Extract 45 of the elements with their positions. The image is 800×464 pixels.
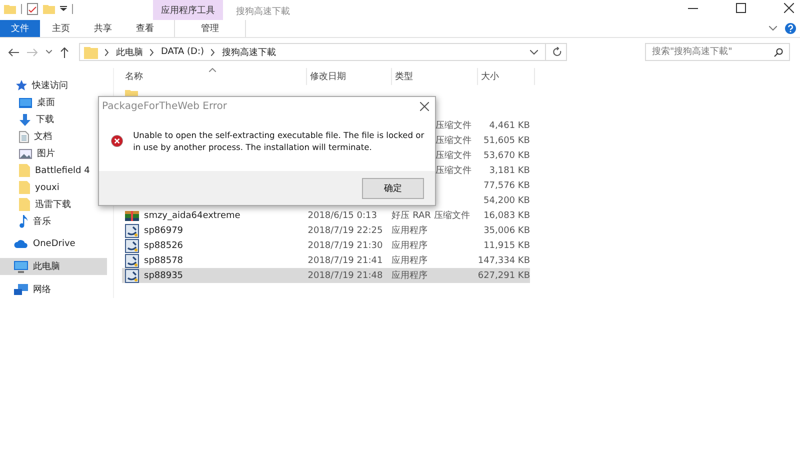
file-date: 2018/7/19 21:48	[308, 270, 383, 280]
file-size: 54,200 KB	[484, 196, 530, 206]
file-name: sp88578	[144, 256, 184, 266]
sidebar-label: OneDrive	[33, 238, 76, 248]
sidebar-label: Battlefield 4	[35, 166, 90, 176]
sidebar-label: 桌面	[37, 96, 55, 109]
sidebar-label: 音乐	[33, 216, 51, 228]
file-size: 35,006 KB	[484, 226, 530, 236]
file-size: 11,915 KB	[484, 240, 530, 250]
file-type: 压缩文件	[435, 150, 472, 162]
file-name: sp88526	[144, 240, 184, 250]
file-type: 应用程序	[392, 224, 428, 237]
file-size: 627,291 KB	[478, 270, 530, 280]
file-size: 16,083 KB	[484, 210, 530, 220]
sidebar-label: 此电脑	[33, 260, 60, 273]
file-date: 2018/7/19 21:30	[308, 240, 383, 250]
file-size: 3,181 KB	[489, 166, 530, 176]
file-type: 应用程序	[392, 270, 428, 282]
file-name: sp88935	[144, 270, 184, 280]
file-type: 好压 RAR 压缩文件	[392, 210, 470, 222]
file-size: 147,334 KB	[478, 256, 530, 266]
sidebar-label: 迅雷下载	[35, 198, 71, 211]
sidebar-label: 下载	[36, 114, 54, 126]
sidebar-label: 图片	[37, 148, 55, 160]
file-type: 应用程序	[392, 254, 428, 267]
file-size: 51,605 KB	[484, 136, 530, 146]
context-tab-header: 应用程序工具	[153, 0, 223, 20]
file-date: 2018/7/19 21:41	[308, 256, 383, 266]
file-name: sp86979	[144, 226, 184, 236]
file-name: smzy_aida64extreme	[144, 210, 240, 220]
sidebar-label: 文档	[34, 130, 52, 143]
file-date: 2018/7/19 22:25	[308, 226, 383, 236]
file-size: 53,670 KB	[484, 150, 530, 160]
window-title: 搜狗高速下載	[236, 6, 290, 18]
file-type: 压缩文件	[435, 134, 472, 147]
file-type: 压缩文件	[435, 120, 472, 132]
dialog-title: PackageForTheWeb Error	[102, 100, 228, 112]
file-type: 压缩文件	[435, 164, 472, 177]
file-size: 4,461 KB	[489, 120, 530, 130]
sidebar-label: 网络	[33, 284, 51, 296]
error-message: Unable to open the self-extracting executable file. The file is locked or in use by another process. The installation will terminate.	[133, 129, 425, 153]
sidebar-label: 快速访问	[32, 80, 68, 92]
file-type: 应用程序	[392, 240, 428, 252]
file-date: 2018/6/15 0:13	[308, 210, 377, 220]
sidebar-label: youxi	[35, 182, 60, 192]
